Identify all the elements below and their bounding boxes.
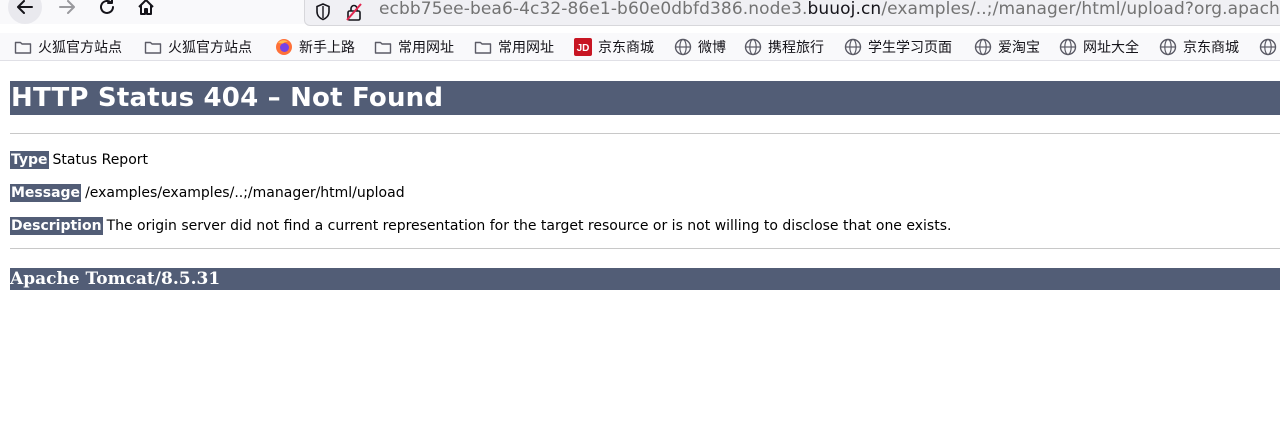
bookmark-item[interactable]: 微博 bbox=[674, 36, 726, 58]
address-bar[interactable]: ecbb75ee-bea6-4c32-86e1-b60e0dbfd386.nod… bbox=[304, 0, 1280, 26]
folder-icon bbox=[14, 41, 32, 54]
home-button[interactable] bbox=[131, 0, 161, 22]
globe-icon bbox=[844, 38, 862, 56]
bookmark-label: 京东商城 bbox=[598, 40, 654, 56]
type-row: Type Status Report bbox=[10, 150, 148, 170]
bookmark-item[interactable]: 爱淘宝 bbox=[974, 36, 1040, 58]
reload-icon bbox=[100, 0, 114, 14]
bookmark-label: 火狐官方站点 bbox=[38, 40, 122, 56]
bookmark-label: 爱淘宝 bbox=[998, 40, 1040, 56]
globe-icon bbox=[1159, 38, 1177, 56]
type-value: Status Report bbox=[52, 152, 149, 168]
url-domain: buuoj.cn bbox=[807, 0, 882, 19]
forward-button[interactable] bbox=[52, 0, 82, 22]
bookmark-item[interactable]: 新手上路 bbox=[275, 36, 355, 58]
bookmark-label: 京东商城 bbox=[1183, 40, 1239, 56]
bookmark-item[interactable]: 常用网址 bbox=[374, 36, 454, 58]
bookmark-label: 微博 bbox=[698, 40, 726, 56]
firefox-icon bbox=[276, 39, 292, 55]
bookmark-item[interactable]: 学生学习页面 bbox=[844, 36, 952, 58]
bookmark-item[interactable]: 网址大全 bbox=[1059, 36, 1139, 58]
bookmark-item[interactable]: 常用网址 bbox=[474, 36, 554, 58]
jd-icon: JD bbox=[574, 38, 592, 56]
tracking-shield-icon[interactable] bbox=[315, 3, 331, 21]
bookmark-item[interactable]: 京东商城 bbox=[1159, 36, 1239, 58]
globe-icon bbox=[1059, 38, 1077, 56]
bookmark-item[interactable]: 火狐官方站点 bbox=[14, 36, 122, 58]
bookmark-label: 火狐官方站点 bbox=[168, 40, 252, 56]
bookmark-label: 网址大全 bbox=[1083, 40, 1139, 56]
bookmark-item[interactable]: 火狐官方站点 bbox=[144, 36, 252, 58]
description-value: The origin server did not find a current… bbox=[106, 218, 952, 234]
divider bbox=[10, 248, 1280, 249]
url-path: /examples/..;/manager/html/upload?org.ap… bbox=[881, 0, 1280, 19]
jd-logo-text: JD bbox=[577, 43, 590, 54]
reload-button[interactable] bbox=[92, 0, 122, 22]
message-value: /examples/examples/..;/manager/html/uplo… bbox=[85, 185, 405, 201]
bookmark-label: 携程旅行 bbox=[768, 40, 824, 56]
globe-icon bbox=[974, 38, 992, 56]
home-icon bbox=[138, 0, 154, 15]
bookmark-label: 常用网址 bbox=[498, 40, 554, 56]
url-prefix: ecbb75ee-bea6-4c32-86e1-b60e0dbfd386.nod… bbox=[379, 0, 808, 19]
bookmark-item[interactable]: 携程旅行 bbox=[744, 36, 824, 58]
arrow-right-icon bbox=[59, 0, 75, 14]
bookmark-label: 新手上路 bbox=[299, 40, 355, 56]
bookmark-label: 常用网址 bbox=[398, 40, 454, 56]
description-label: Description bbox=[10, 217, 103, 235]
bookmark-item[interactable]: JD 京东商城 bbox=[574, 36, 654, 58]
back-button[interactable] bbox=[8, 0, 42, 24]
message-row: Message/examples/examples/..;/manager/ht… bbox=[10, 183, 405, 203]
insecure-lock-icon[interactable] bbox=[345, 3, 363, 21]
url-text[interactable]: ecbb75ee-bea6-4c32-86e1-b60e0dbfd386.nod… bbox=[379, 0, 1280, 19]
arrow-left-icon bbox=[17, 0, 33, 14]
page-title: HTTP Status 404 – Not Found bbox=[10, 81, 1280, 115]
bookmarks-toolbar: 火狐官方站点 火狐官方站点 新手上路 常用网址 常用网址 JD 京东商城 微博 … bbox=[0, 33, 1280, 61]
divider bbox=[10, 133, 1280, 134]
globe-icon bbox=[1259, 38, 1277, 56]
server-version-footer: Apache Tomcat/8.5.31 bbox=[10, 268, 1280, 290]
type-label: Type bbox=[10, 151, 49, 169]
bookmark-label: 学生学习页面 bbox=[868, 40, 952, 56]
message-label: Message bbox=[10, 184, 82, 202]
folder-icon bbox=[144, 41, 162, 54]
folder-icon bbox=[374, 41, 392, 54]
description-row: Description The origin server did not fin… bbox=[10, 216, 951, 236]
bookmark-overflow-item[interactable] bbox=[1259, 36, 1280, 58]
globe-icon bbox=[674, 38, 692, 56]
browser-toolbar: ecbb75ee-bea6-4c32-86e1-b60e0dbfd386.nod… bbox=[0, 0, 1280, 26]
globe-icon bbox=[744, 38, 762, 56]
folder-icon bbox=[474, 41, 492, 54]
